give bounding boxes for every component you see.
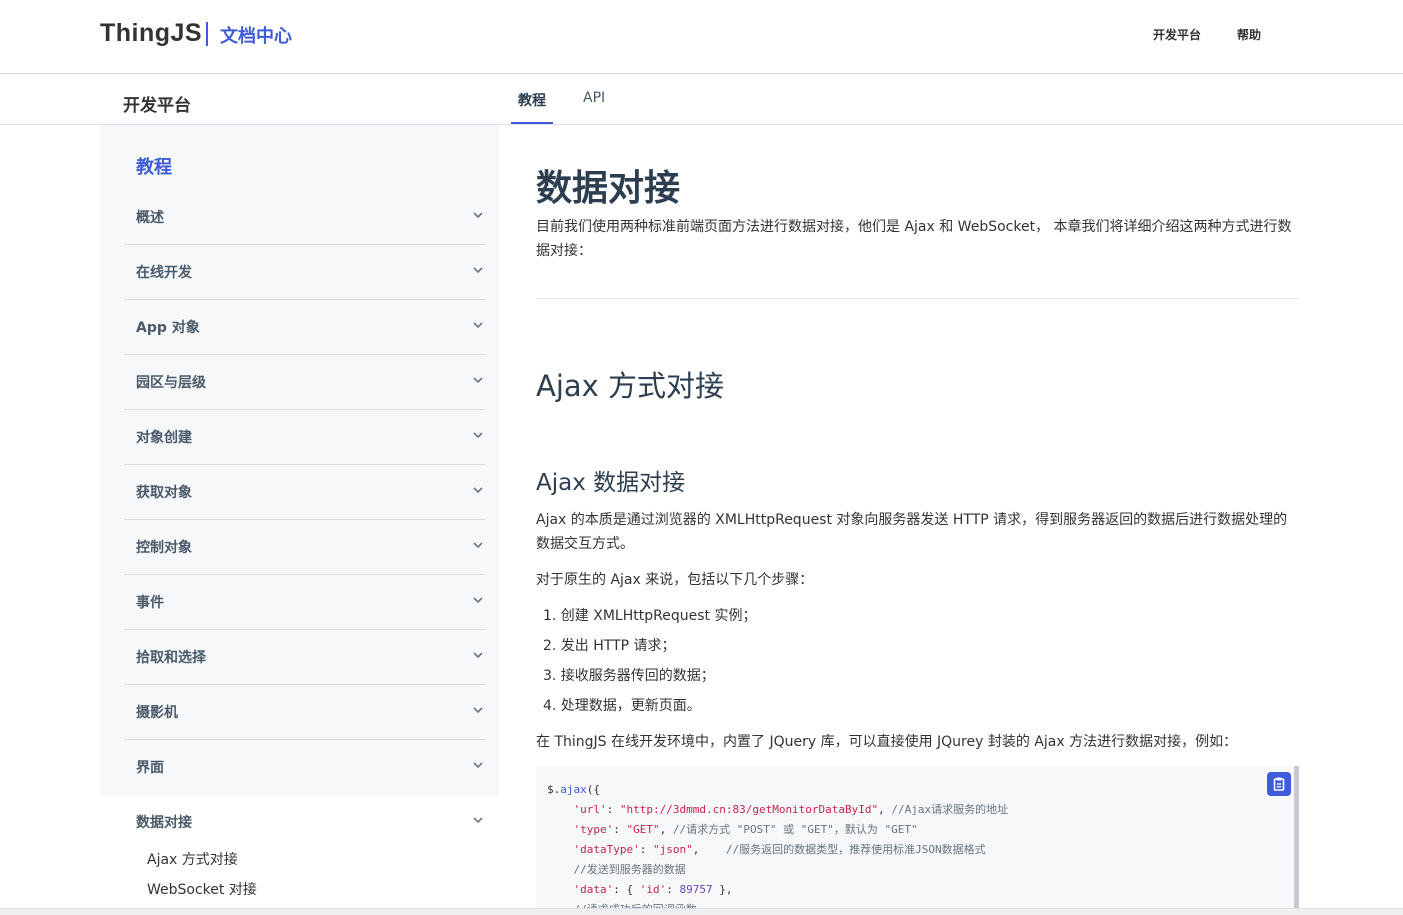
chevron-down-icon bbox=[473, 652, 483, 659]
thingjs-logo[interactable]: ThingJS bbox=[100, 19, 202, 48]
list-item: 2. 发出 HTTP 请求； bbox=[543, 638, 676, 654]
copy-code-button[interactable] bbox=[1267, 772, 1291, 796]
sidebar-item-label: 数据对接 bbox=[136, 815, 192, 831]
sidebar-item-label: 控制对象 bbox=[136, 540, 192, 556]
divider bbox=[536, 298, 1299, 299]
sub-header: 开发平台 教程 API bbox=[0, 74, 1403, 125]
list-item: 4. 处理数据，更新页面。 bbox=[543, 698, 701, 714]
subsection-heading-ajax-data: Ajax 数据对接 bbox=[536, 470, 686, 496]
sidebar-item-campus-levels[interactable]: 园区与层级 bbox=[124, 355, 486, 410]
sidebar-item-label: 对象创建 bbox=[136, 430, 192, 446]
chevron-down-icon bbox=[473, 542, 483, 549]
sidebar-item-label: 在线开发 bbox=[136, 265, 192, 281]
sidebar-item-interface[interactable]: 界面 bbox=[124, 740, 486, 795]
list-item: 3. 接收服务器传回的数据； bbox=[543, 668, 715, 684]
sidebar-item-label: 获取对象 bbox=[136, 485, 192, 501]
code-text: $.ajax({ 'url': "http://3dmmd.cn:83/getM… bbox=[547, 783, 1009, 915]
sidebar-subitem-websocket[interactable]: WebSocket 对接 bbox=[147, 879, 257, 899]
nav-dev-platform[interactable]: 开发平台 bbox=[1153, 26, 1201, 43]
sidebar: 教程 概述 在线开发 App 对象 园区与层级 对象创建 获取对象 控制对象 事… bbox=[100, 125, 499, 915]
chevron-down-icon bbox=[473, 487, 483, 494]
clipboard-icon bbox=[1273, 777, 1285, 791]
chevron-down-icon bbox=[473, 432, 483, 439]
tab-tutorial[interactable]: 教程 bbox=[518, 90, 546, 110]
chevron-down-icon bbox=[473, 322, 483, 329]
code-block[interactable]: $.ajax({ 'url': "http://3dmmd.cn:83/getM… bbox=[536, 766, 1299, 915]
sidebar-item-object-create[interactable]: 对象创建 bbox=[124, 410, 486, 465]
sidebar-subitem-ajax[interactable]: Ajax 方式对接 bbox=[147, 849, 238, 869]
ajax-description: Ajax 的本质是通过浏览器的 XMLHttpRequest 对象向服务器发送 … bbox=[536, 512, 1288, 552]
sidebar-item-online-dev[interactable]: 在线开发 bbox=[124, 245, 486, 300]
sidebar-item-label: 园区与层级 bbox=[136, 375, 206, 391]
sidebar-item-label: 概述 bbox=[136, 210, 164, 226]
chevron-down-icon bbox=[473, 212, 483, 219]
sidebar-item-label: 界面 bbox=[136, 760, 164, 776]
chevron-down-icon bbox=[473, 377, 483, 384]
chevron-down-icon bbox=[473, 817, 483, 824]
sidebar-item-events[interactable]: 事件 bbox=[124, 575, 486, 630]
platform-title: 开发平台 bbox=[123, 96, 191, 116]
chevron-down-icon bbox=[473, 707, 483, 714]
jquery-paragraph: 在 ThingJS 在线开发环境中，内置了 JQuery 库，可以直接使用 JQ… bbox=[536, 734, 1238, 750]
doc-center-title[interactable]: 文档中心 bbox=[220, 22, 292, 48]
list-item: 1. 创建 XMLHttpRequest 实例； bbox=[543, 608, 757, 624]
intro-paragraph: 目前我们使用两种标准前端页面方法进行数据对接，他们是 Ajax 和 WebSoc… bbox=[536, 219, 1292, 259]
section-heading-ajax: Ajax 方式对接 bbox=[536, 369, 725, 403]
sidebar-item-label: 事件 bbox=[136, 595, 164, 611]
horizontal-scrollbar[interactable] bbox=[0, 908, 1403, 915]
sidebar-item-camera[interactable]: 摄影机 bbox=[124, 685, 486, 740]
page-title: 数据对接 bbox=[536, 168, 681, 209]
sidebar-item-label: App 对象 bbox=[136, 320, 200, 336]
sidebar-item-app-object[interactable]: App 对象 bbox=[124, 300, 486, 355]
sidebar-item-get-object[interactable]: 获取对象 bbox=[124, 465, 486, 520]
steps-intro: 对于原生的 Ajax 来说，包括以下几个步骤： bbox=[536, 572, 814, 588]
sidebar-item-label: 拾取和选择 bbox=[136, 650, 206, 666]
sidebar-item-pick-select[interactable]: 拾取和选择 bbox=[124, 630, 486, 685]
sidebar-item-control-object[interactable]: 控制对象 bbox=[124, 520, 486, 575]
sidebar-item-label: 摄影机 bbox=[136, 705, 178, 721]
chevron-down-icon bbox=[473, 267, 483, 274]
sidebar-expanded-section: 数据对接 Ajax 方式对接 WebSocket 对接 bbox=[100, 795, 499, 915]
sidebar-item-overview[interactable]: 概述 bbox=[124, 190, 486, 245]
top-header: ThingJS 文档中心 开发平台 帮助 bbox=[0, 0, 1403, 74]
chevron-down-icon bbox=[473, 597, 483, 604]
steps-list: 1. 创建 XMLHttpRequest 实例； 2. 发出 HTTP 请求； … bbox=[543, 604, 756, 724]
active-tab-indicator bbox=[511, 122, 553, 124]
logo-divider bbox=[206, 22, 208, 46]
sidebar-heading: 教程 bbox=[136, 157, 172, 178]
nav-help[interactable]: 帮助 bbox=[1237, 26, 1261, 43]
tab-api[interactable]: API bbox=[583, 90, 605, 106]
sidebar-item-data-integration[interactable]: 数据对接 bbox=[124, 795, 486, 850]
chevron-down-icon bbox=[473, 762, 483, 769]
